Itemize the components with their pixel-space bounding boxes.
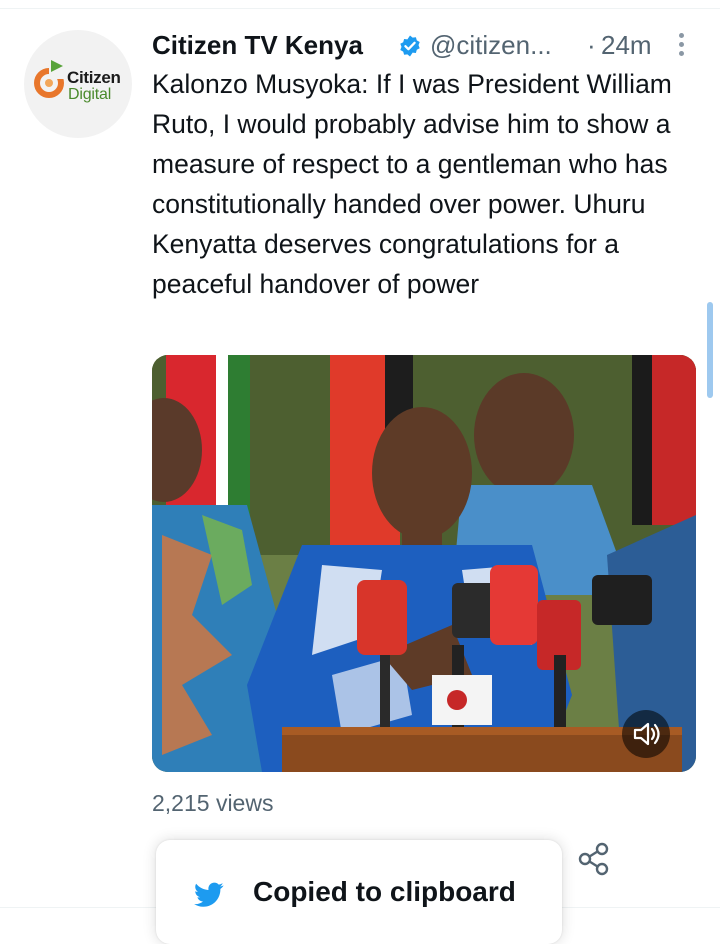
verified-badge-icon — [400, 35, 420, 57]
logo-text-citizen: Citizen — [67, 68, 121, 87]
logo-text-digital: Digital — [68, 86, 112, 103]
more-vertical-icon[interactable] — [673, 30, 689, 60]
citizen-logo-icon — [34, 60, 64, 98]
tweet-timestamp[interactable]: 24m — [601, 30, 652, 61]
video-sound-button[interactable] — [622, 710, 670, 758]
bird-icon — [194, 882, 224, 907]
speaker-icon — [633, 722, 660, 746]
tweet-header: Citizen TV Kenya @citizen... · 24m — [152, 28, 692, 68]
tweet-video[interactable] — [152, 355, 696, 772]
scroll-indicator[interactable] — [707, 302, 713, 398]
copied-toast: Copied to clipboard — [156, 840, 562, 944]
share-icon[interactable] — [578, 842, 610, 876]
author-handle[interactable]: @citizen... — [430, 30, 552, 61]
tweet-text: Kalonzo Musyoka: If I was President Will… — [152, 69, 672, 299]
header-separator: · — [587, 30, 596, 60]
view-count: 2,215 views — [152, 790, 274, 816]
video-frame-image — [152, 355, 696, 772]
avatar[interactable]: Citizen Digital — [24, 30, 132, 138]
top-divider — [0, 0, 720, 9]
author-name[interactable]: Citizen TV Kenya — [152, 30, 363, 61]
toast-message: Copied to clipboard — [253, 876, 516, 907]
